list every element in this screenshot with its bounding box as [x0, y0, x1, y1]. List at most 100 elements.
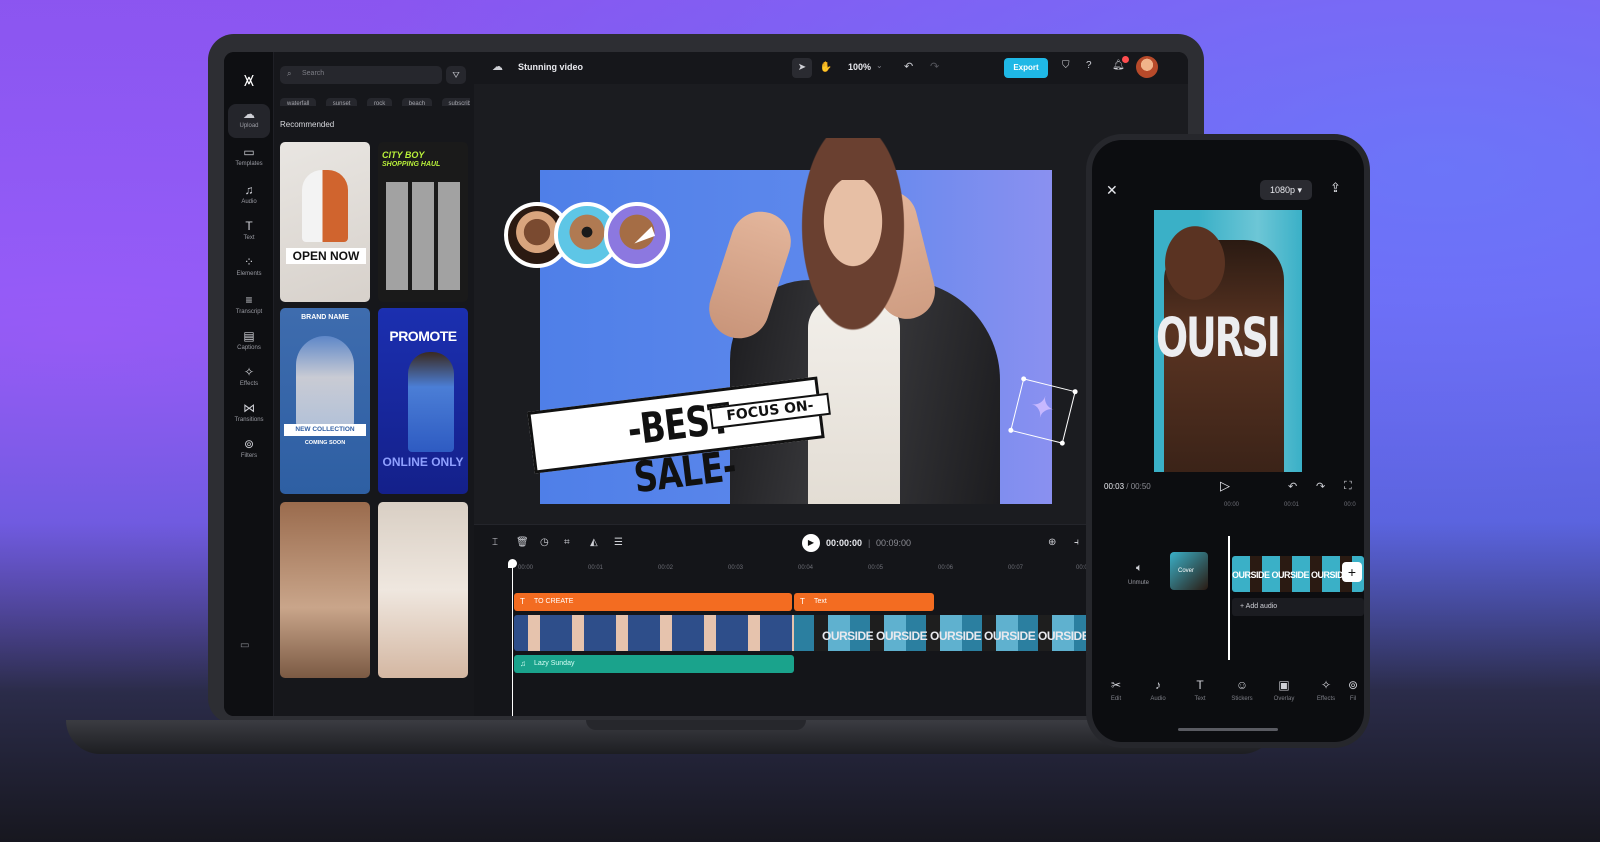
- timeline-playhead[interactable]: [512, 561, 513, 716]
- user-avatar[interactable]: [1136, 56, 1158, 78]
- rail-templates[interactable]: ▭ Templates: [228, 142, 270, 176]
- rail-text[interactable]: T Text: [228, 216, 270, 250]
- play-button[interactable]: ▶: [802, 534, 820, 552]
- shield-icon[interactable]: ⛉: [1062, 60, 1070, 71]
- rail-effects[interactable]: ✧ Effects: [228, 362, 270, 396]
- star-sticker-selection[interactable]: ✦: [1007, 375, 1079, 447]
- search-chips: waterfall sunset rock beach subscribe: [280, 92, 470, 106]
- rail-label: Transcript: [235, 309, 263, 315]
- upload-icon[interactable]: ⇪: [1330, 180, 1341, 196]
- template-breakfast[interactable]: [378, 502, 468, 678]
- template-cozy-room[interactable]: [280, 502, 370, 678]
- playhead-handle[interactable]: [508, 559, 517, 568]
- rail-transcript[interactable]: ≡ Transcript: [228, 290, 270, 324]
- select-pointer-icon[interactable]: ➤: [792, 58, 812, 78]
- play-icon[interactable]: ▷: [1220, 478, 1230, 494]
- add-clip-button[interactable]: +: [1342, 562, 1362, 582]
- undo-icon[interactable]: ↶: [904, 60, 913, 73]
- search-icon: ⌕: [287, 69, 292, 78]
- transitions-icon: ⋈: [243, 401, 255, 415]
- video-canvas[interactable]: -BEST SALE- FOCUS ON- ✦: [504, 138, 1079, 504]
- rail-filters[interactable]: ⊚ Filters: [228, 434, 270, 468]
- laptop-notch: [586, 720, 806, 730]
- snap-icon[interactable]: ⫞: [1074, 537, 1079, 548]
- export-button[interactable]: Export: [1004, 58, 1048, 78]
- nav-label: Audio: [1150, 696, 1166, 702]
- rail-captions[interactable]: ▤ Captions: [228, 326, 270, 360]
- nav-text[interactable]: T Text: [1180, 678, 1220, 702]
- timeline-panel: ⌶ 🗑︎ ◷ ⌗ ◭ ☰ ▶ 00:00:00 | 00:09:00 ⊕ ⫞ 0…: [474, 524, 1188, 716]
- mirror-icon[interactable]: ◭: [590, 537, 598, 548]
- text-clip[interactable]: T Text: [794, 593, 934, 611]
- rail-upload[interactable]: ☁ Upload: [228, 104, 270, 138]
- rail-label: Elements: [236, 271, 262, 277]
- resize-handle[interactable]: [1059, 440, 1066, 447]
- chip-rock[interactable]: rock: [366, 98, 393, 106]
- chevron-down-icon[interactable]: ⌄: [876, 61, 883, 70]
- clip-label: Lazy Sunday: [534, 660, 575, 667]
- search-input[interactable]: ⌕ Search: [280, 66, 442, 84]
- laptop-frame: ⩙ ☁ Upload ▭ Templates ♫ Audio T Text ⁘ …: [208, 34, 1204, 724]
- template-promote[interactable]: PROMOTE ONLINE ONLY: [378, 308, 468, 494]
- close-icon[interactable]: ✕: [1106, 182, 1118, 199]
- template-new-collection[interactable]: BRAND NAME NEW COLLECTION COMING SOON: [280, 308, 370, 494]
- rail-transitions[interactable]: ⋈ Transitions: [228, 398, 270, 432]
- hand-pan-icon[interactable]: ✋: [816, 58, 836, 78]
- resize-handle[interactable]: [1007, 427, 1014, 434]
- nav-filters[interactable]: ⊚ Fil: [1342, 678, 1364, 702]
- current-timecode: 00:00:00: [826, 538, 863, 548]
- template-city-boy[interactable]: CITY BOY SHOPPING HAUL: [378, 142, 468, 302]
- speaker-icon[interactable]: 🔈︎: [1136, 562, 1143, 575]
- rail-label: Audio: [241, 199, 257, 205]
- project-title[interactable]: Stunning video: [518, 62, 583, 72]
- split-icon[interactable]: ⌶: [492, 537, 498, 548]
- template-title: NEW COLLECTION: [284, 424, 366, 436]
- speed-icon[interactable]: ◷: [540, 537, 549, 548]
- zoom-level[interactable]: 100%: [848, 62, 871, 72]
- mobile-timeline-ruler[interactable]: 00:00 00:01 00:0: [1092, 502, 1364, 514]
- cloud-sync-icon[interactable]: ☁: [492, 60, 503, 73]
- nav-effects[interactable]: ✧ Effects: [1306, 678, 1346, 702]
- audio-clip[interactable]: ♫ Lazy Sunday: [514, 655, 794, 673]
- mobile-playhead[interactable]: [1228, 536, 1230, 660]
- nav-edit[interactable]: ✂ Edit: [1096, 678, 1136, 702]
- nav-label: Edit: [1110, 696, 1122, 702]
- capcut-logo-icon[interactable]: ⩙: [236, 70, 262, 90]
- avatar-stickers[interactable]: [504, 202, 674, 272]
- redo-icon[interactable]: ↷: [1316, 480, 1325, 493]
- template-open-now[interactable]: OPEN NOW: [280, 142, 370, 302]
- stickers-icon: ☺: [1235, 678, 1249, 692]
- undo-icon[interactable]: ↶: [1288, 480, 1297, 493]
- fullscreen-icon[interactable]: ⛶: [1344, 480, 1352, 493]
- mobile-video-preview[interactable]: OURSI: [1154, 210, 1302, 472]
- resize-handle[interactable]: [1072, 388, 1079, 395]
- filters-icon: ⊚: [243, 437, 255, 451]
- sale-text-sticker[interactable]: -BEST SALE-: [527, 376, 825, 502]
- zoom-fit-icon[interactable]: ⊕: [1048, 537, 1056, 548]
- chip-waterfall[interactable]: waterfall: [280, 98, 317, 106]
- crop-icon[interactable]: ⌗: [564, 537, 570, 548]
- chip-beach[interactable]: beach: [401, 98, 433, 106]
- redo-icon[interactable]: ↷: [930, 60, 939, 73]
- chip-subscribe[interactable]: subscribe: [441, 98, 470, 106]
- filter-button[interactable]: ⛛: [446, 66, 466, 84]
- add-audio-button[interactable]: + Add audio: [1232, 598, 1364, 616]
- chip-sunset[interactable]: sunset: [325, 98, 358, 106]
- nav-audio[interactable]: ♪ Audio: [1138, 678, 1178, 702]
- rail-elements[interactable]: ⁘ Elements: [228, 252, 270, 286]
- effects-icon: ✧: [1320, 678, 1332, 692]
- filters-icon: ⊚: [1347, 678, 1359, 692]
- adjust-icon[interactable]: ☰: [614, 537, 623, 548]
- resolution-select[interactable]: 1080p ▾: [1260, 180, 1312, 200]
- help-icon[interactable]: ?: [1086, 60, 1092, 71]
- nav-overlay[interactable]: ▣ Overlay: [1264, 678, 1304, 702]
- delete-icon[interactable]: 🗑︎: [516, 537, 529, 548]
- ruler-tick: 00:00: [518, 565, 534, 571]
- resize-handle[interactable]: [1020, 375, 1027, 382]
- rail-label: Filters: [240, 453, 258, 459]
- upload-cloud-icon: ☁: [243, 107, 255, 121]
- text-clip[interactable]: T TO CREATE: [514, 593, 792, 611]
- keyboard-shortcut-icon[interactable]: ▭: [240, 640, 249, 651]
- nav-stickers[interactable]: ☺ Stickers: [1222, 678, 1262, 702]
- rail-audio[interactable]: ♫ Audio: [228, 180, 270, 214]
